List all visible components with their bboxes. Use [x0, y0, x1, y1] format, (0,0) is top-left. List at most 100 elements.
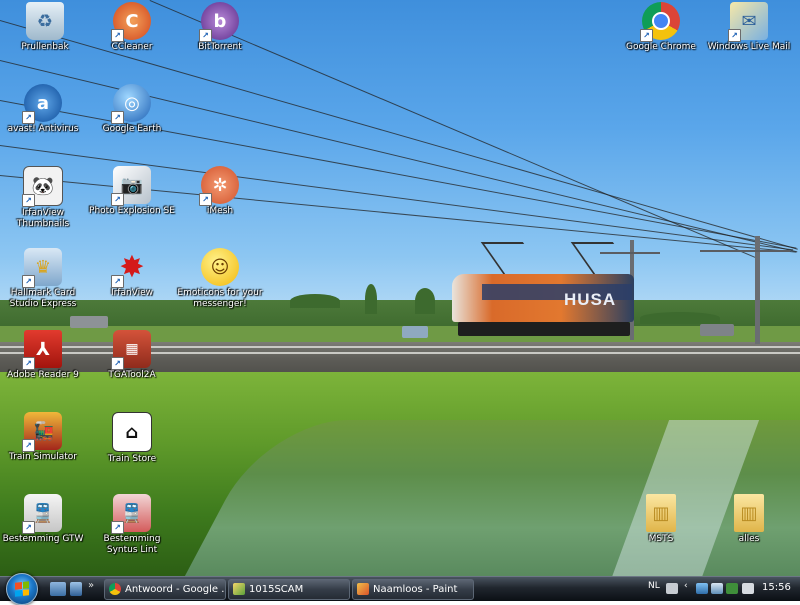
- recycle-bin-icon: ♻: [26, 2, 64, 40]
- shortcut-arrow-icon: ↗: [111, 111, 124, 124]
- desktop-icon-bittorrent[interactable]: b ↗ BitTorrent: [177, 2, 263, 53]
- taskbar-task-chrome[interactable]: Antwoord - Google ...: [104, 579, 226, 600]
- desktop-icon-label: Adobe Reader 9: [7, 370, 79, 380]
- desktop-icon-hallmark[interactable]: ♛ ↗ Hallmark Card Studio Express: [0, 248, 86, 310]
- desktop-icon-label: Bestemming GTW: [2, 534, 84, 544]
- tree: [365, 284, 377, 314]
- power-icon[interactable]: [726, 583, 738, 594]
- desktop-icon-alles-folder[interactable]: ▥ alles: [706, 494, 792, 545]
- desktop-icon-bestemming-gtw[interactable]: 🚆 ↗ Bestemming GTW: [0, 494, 86, 545]
- shortcut-arrow-icon: ↗: [199, 193, 212, 206]
- shortcut-arrow-icon: ↗: [728, 29, 741, 42]
- desktop-icon-msts-folder[interactable]: ▥ MSTS: [618, 494, 704, 545]
- windows-live-mail-icon: ✉ ↗: [728, 2, 768, 42]
- ccleaner-icon: C ↗: [111, 2, 151, 42]
- desktop-icon-label: IrfanView Thumbnails: [16, 208, 70, 229]
- tree: [290, 294, 340, 308]
- windows-logo-icon: [15, 581, 29, 597]
- desktop-icon-bestemming-syntus-lint[interactable]: 🚆 ↗ Bestemming Syntus Lint: [89, 494, 175, 556]
- desktop-icon-label: alles: [738, 534, 760, 544]
- desktop-icon-irfanview-thumbnails[interactable]: 🐼 ↗ IrfanView Thumbnails: [0, 166, 86, 230]
- shortcut-arrow-icon: ↗: [111, 193, 124, 206]
- taskbar-task-image[interactable]: 1015SCAM: [228, 579, 350, 600]
- taskbar-task-paint[interactable]: Naamloos - Paint: [352, 579, 474, 600]
- desktop-icon-windows-live-mail[interactable]: ✉ ↗ Windows Live Mail: [706, 2, 792, 53]
- desktop-icon-label: Train Store: [107, 454, 157, 464]
- volume-icon[interactable]: [742, 583, 754, 594]
- quick-launch-chevron[interactable]: »: [88, 580, 94, 591]
- shortcut-arrow-icon: ↗: [111, 521, 124, 534]
- desktop-icon-ccleaner[interactable]: C ↗ CCleaner: [89, 2, 175, 53]
- photo-explosion-icon: 📷 ↗: [111, 166, 151, 206]
- shortcut-arrow-icon: ↗: [640, 29, 653, 42]
- bittorrent-icon: b ↗: [199, 2, 239, 42]
- chevron-left-icon[interactable]: ‹: [684, 581, 688, 591]
- tree: [640, 312, 720, 324]
- tgatool-icon: ▦ ↗: [111, 330, 151, 370]
- desktop-icon-google-earth[interactable]: ◎ ↗ Google Earth: [89, 84, 175, 135]
- desktop-icon-train-simulator[interactable]: 🚂 ↗ Train Simulator: [0, 412, 86, 463]
- chrome-icon: ↗: [640, 2, 680, 42]
- security-icon[interactable]: [711, 583, 723, 594]
- taskbar: » Antwoord - Google ... 1015SCAM Naamloo…: [0, 573, 800, 605]
- catenary-mast: [755, 236, 760, 344]
- shortcut-arrow-icon: ↗: [22, 439, 35, 452]
- desktop-icon-emoticons[interactable]: ☺ Emoticons for your messenger!: [177, 248, 263, 310]
- desktop-icon-label: Bestemming Syntus Lint: [103, 534, 161, 555]
- shortcut-arrow-icon: ↗: [22, 275, 35, 288]
- avast-icon: a ↗: [22, 84, 62, 124]
- desktop-icon-label: BitTorrent: [198, 42, 242, 52]
- desktop-icon-label: Emoticons for your messenger!: [177, 288, 263, 309]
- desktop-icon-label: Google Earth: [102, 124, 162, 134]
- irfanview-thumbnails-icon: 🐼 ↗: [22, 166, 63, 207]
- shortcut-arrow-icon: ↗: [199, 29, 212, 42]
- chrome-icon: [109, 583, 121, 595]
- desktop-icon-label: IrfanView: [110, 288, 154, 298]
- taskbar-task-label: Antwoord - Google ...: [125, 584, 226, 595]
- catenary-arm: [700, 250, 790, 252]
- desktop-icon-adobe-reader[interactable]: ⅄ ↗ Adobe Reader 9: [0, 330, 86, 381]
- train-lint-icon: 🚆 ↗: [111, 494, 151, 534]
- desktop-icon-imesh[interactable]: ✲ ↗ iMesh: [177, 166, 263, 217]
- desktop-icon-avast[interactable]: a ↗ avast! Antivirus: [0, 84, 86, 135]
- start-button[interactable]: [6, 573, 38, 605]
- shortcut-arrow-icon: ↗: [22, 357, 35, 370]
- irfanview-icon: ✸ ↗: [111, 248, 151, 288]
- show-desktop-icon[interactable]: [50, 582, 66, 596]
- desktop-icon-label: Windows Live Mail: [707, 42, 791, 52]
- hallmark-icon: ♛ ↗: [22, 248, 62, 288]
- keyboard-icon[interactable]: [666, 583, 678, 594]
- shortcut-arrow-icon: ↗: [111, 357, 124, 370]
- shortcut-arrow-icon: ↗: [111, 29, 124, 42]
- tree: [415, 288, 435, 314]
- switch-windows-icon[interactable]: [70, 582, 82, 596]
- vehicle: [70, 316, 108, 328]
- folder-icon: ▥: [734, 494, 764, 532]
- emoticon-icon: ☺: [201, 248, 239, 286]
- desktop-icon-label: MSTS: [648, 534, 674, 544]
- shortcut-arrow-icon: ↗: [111, 275, 124, 288]
- desktop-icon-prullenbak[interactable]: ♻ Prullenbak: [2, 2, 88, 53]
- taskbar-task-label: 1015SCAM: [249, 584, 304, 595]
- train-simulator-icon: 🚂 ↗: [22, 412, 62, 452]
- desktop-icon-photo-explosion[interactable]: 📷 ↗ Photo Explosion SE: [89, 166, 175, 217]
- desktop-icon-label: avast! Antivirus: [7, 124, 79, 134]
- desktop-icon-label: Photo Explosion SE: [89, 206, 175, 216]
- google-earth-icon: ◎ ↗: [111, 84, 151, 124]
- imesh-icon: ✲ ↗: [199, 166, 239, 206]
- desktop-icon-irfanview[interactable]: ✸ ↗ IrfanView: [89, 248, 175, 299]
- system-tray: NL ‹ 15:56: [646, 577, 800, 601]
- network-icon[interactable]: [696, 583, 708, 594]
- folder-icon: ▥: [646, 494, 676, 532]
- clock[interactable]: 15:56: [762, 582, 791, 593]
- desktop-icon-tgatool[interactable]: ▦ ↗ TGATool2A: [89, 330, 175, 381]
- desktop-icon-label: iMesh: [206, 206, 234, 216]
- vehicle: [402, 326, 428, 338]
- shortcut-arrow-icon: ↗: [22, 111, 35, 124]
- language-indicator[interactable]: NL: [648, 581, 660, 591]
- desktop-icon-train-store[interactable]: ⌂ Train Store: [89, 412, 175, 465]
- chrome-center-icon: [652, 12, 670, 30]
- desktop-icon-google-chrome[interactable]: ↗ Google Chrome: [618, 2, 704, 53]
- shortcut-arrow-icon: ↗: [22, 521, 35, 534]
- train-store-icon: ⌂: [112, 412, 152, 452]
